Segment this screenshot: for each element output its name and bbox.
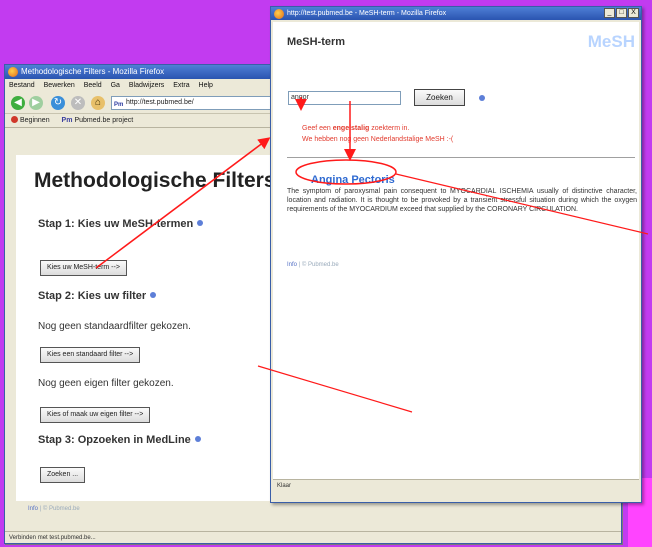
step2-label: Stap 2: Kies uw filter: [38, 290, 147, 302]
msg1-suffix: zoekterm in.: [369, 125, 410, 132]
window-controls: _ □ X: [604, 8, 639, 18]
stop-icon[interactable]: ✕: [71, 96, 85, 110]
result-link-angina-pectoris[interactable]: Angina Pectoris: [311, 174, 395, 186]
bookmark-beginnen-label: Beginnen: [20, 117, 50, 124]
info-link[interactable]: Info: [28, 506, 38, 512]
popup-status-bar: Klaar: [273, 479, 639, 491]
result-description: The symptom of paroxysmal pain consequen…: [287, 188, 637, 213]
menu-bestand[interactable]: Bestand: [9, 82, 35, 89]
pubmed-bookmark-icon: Pm: [61, 117, 73, 124]
back-window-title: Methodologische Filters - Mozilla Firefo…: [21, 67, 165, 76]
mesh-term-popup-window: http://test.pubmed.be - MeSH-term - Mozi…: [270, 6, 642, 503]
bookmark-beginnen[interactable]: Beginnen: [11, 116, 50, 124]
menu-extra[interactable]: Extra: [173, 82, 189, 89]
bookmark-icon: [11, 116, 18, 123]
popup-footer: Info | © Pubmed.be: [287, 262, 339, 268]
divider: [287, 157, 635, 158]
forward-arrow-icon[interactable]: ▶: [29, 96, 43, 110]
no-dutch-mesh-message: We hebben nog geen Nederlandstalige MeSH…: [302, 136, 454, 143]
english-term-message: Geef een engelstalig zoekterm in.: [302, 125, 409, 132]
mesh-logo: MeSH: [587, 32, 635, 51]
home-icon[interactable]: ⌂: [91, 96, 105, 110]
info-icon[interactable]: [479, 95, 485, 101]
close-icon[interactable]: X: [628, 8, 639, 18]
popup-heading: MeSH-term: [287, 36, 346, 48]
step3-label: Stap 3: Opzoeken in MedLine: [38, 434, 191, 446]
maximize-icon[interactable]: □: [616, 8, 627, 18]
reload-icon[interactable]: ↻: [51, 96, 65, 110]
msg1-prefix: Geef een: [302, 125, 333, 132]
menu-help[interactable]: Help: [199, 82, 213, 89]
no-own-filter-text: Nog geen eigen filter gekozen.: [38, 378, 174, 389]
step3-heading: Stap 3: Opzoeken in MedLine: [38, 434, 201, 446]
popup-content: MeSH-term MeSH angor Zoeken Geef een eng…: [273, 22, 639, 491]
back-status-bar: Verbinden met test.pubmed.be...: [5, 531, 621, 543]
copyright-text: | © Pubmed.be: [39, 506, 80, 512]
choose-own-filter-button[interactable]: Kies of maak uw eigen filter -->: [40, 407, 151, 423]
popup-titlebar: http://test.pubmed.be - MeSH-term - Mozi…: [271, 7, 641, 20]
copyright-text: | © Pubmed.be: [298, 262, 339, 268]
search-button[interactable]: Zoeken: [414, 89, 465, 106]
minimize-icon[interactable]: _: [604, 8, 615, 18]
info-link[interactable]: Info: [287, 262, 297, 268]
choose-standard-filter-button[interactable]: Kies een standaard filter -->: [40, 347, 141, 363]
search-medline-button[interactable]: Zoeken ...: [40, 467, 86, 483]
popup-body: angor Zoeken Geef een engelstalig zoekte…: [273, 59, 639, 491]
info-icon[interactable]: [197, 220, 204, 226]
menu-bewerken[interactable]: Bewerken: [44, 82, 75, 89]
menu-bladwijzers[interactable]: Bladwijzers: [129, 82, 164, 89]
popup-window-title: http://test.pubmed.be - MeSH-term - Mozi…: [287, 10, 447, 17]
info-icon[interactable]: [194, 436, 201, 442]
pubmed-favicon-icon: Pm: [114, 102, 124, 108]
mesh-search-input[interactable]: angor: [288, 91, 401, 105]
back-footer: Info | © Pubmed.be: [28, 506, 80, 512]
info-icon[interactable]: [150, 292, 157, 298]
firefox-icon: [274, 9, 284, 19]
firefox-icon: [8, 67, 18, 77]
bookmark-pubmed-project[interactable]: Pm Pubmed.be project: [62, 117, 134, 124]
back-arrow-icon[interactable]: ◀: [11, 96, 25, 110]
menu-beeld[interactable]: Beeld: [84, 82, 102, 89]
page-title: Methodologische Filters: [34, 169, 276, 192]
menu-ga[interactable]: Ga: [111, 82, 120, 89]
step1-heading: Stap 1: Kies uw MeSH-termen: [38, 218, 204, 230]
bookmark-pubmed-label: Pubmed.be project: [74, 117, 134, 124]
no-standard-filter-text: Nog geen standaardfilter gekozen.: [38, 321, 191, 332]
popup-header: MeSH-term MeSH: [273, 22, 639, 59]
choose-mesh-button[interactable]: Kies uw MeSH-term -->: [40, 260, 127, 276]
step2-heading: Stap 2: Kies uw filter: [38, 290, 157, 302]
address-bar[interactable]: Pm http://test.pubmed.be/: [111, 96, 276, 110]
address-url: http://test.pubmed.be/: [126, 99, 194, 106]
msg1-bold: engelstalig: [332, 125, 370, 132]
step1-label: Stap 1: Kies uw MeSH-termen: [38, 218, 194, 230]
